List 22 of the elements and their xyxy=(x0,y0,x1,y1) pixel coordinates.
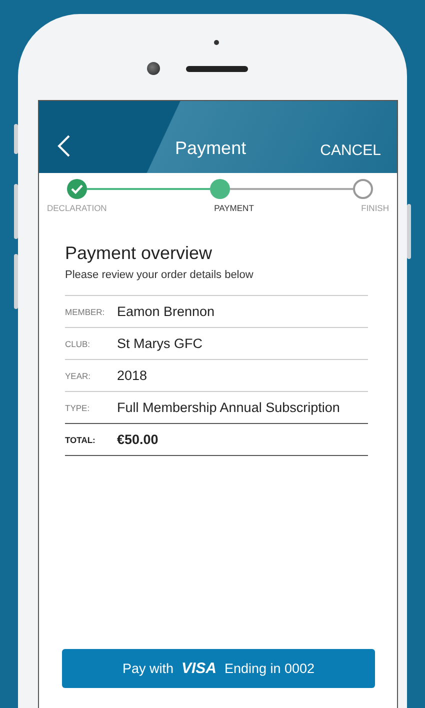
row-value: 2018 xyxy=(117,368,148,383)
step-label: PAYMENT xyxy=(214,203,254,213)
row-value: €50.00 xyxy=(117,432,158,447)
sensor-icon xyxy=(214,40,219,45)
back-icon[interactable] xyxy=(57,135,71,157)
row-label: MEMBER: xyxy=(65,306,106,316)
row-label: YEAR: xyxy=(65,370,92,380)
row-value: Eamon Brennon xyxy=(117,304,215,319)
row-label: CLUB: xyxy=(65,338,92,348)
section-subtitle: Please review your order details below xyxy=(65,269,254,281)
camera-icon xyxy=(147,62,160,75)
pay-button[interactable]: Pay with VISA Ending in 0002 xyxy=(62,649,375,688)
cancel-button[interactable]: CANCEL xyxy=(320,142,381,159)
step-label: FINISH xyxy=(361,203,389,213)
speaker-icon xyxy=(186,66,248,72)
row-value: St Marys GFC xyxy=(117,336,203,351)
screen-title: Payment xyxy=(174,138,248,159)
step-label: DECLARATION xyxy=(47,203,107,213)
section-heading: Payment overview xyxy=(65,243,214,264)
row-label: TOTAL: xyxy=(65,434,96,444)
row-value: Full Membership Annual Subscription xyxy=(117,400,340,415)
row-label: TYPE: xyxy=(65,402,91,412)
